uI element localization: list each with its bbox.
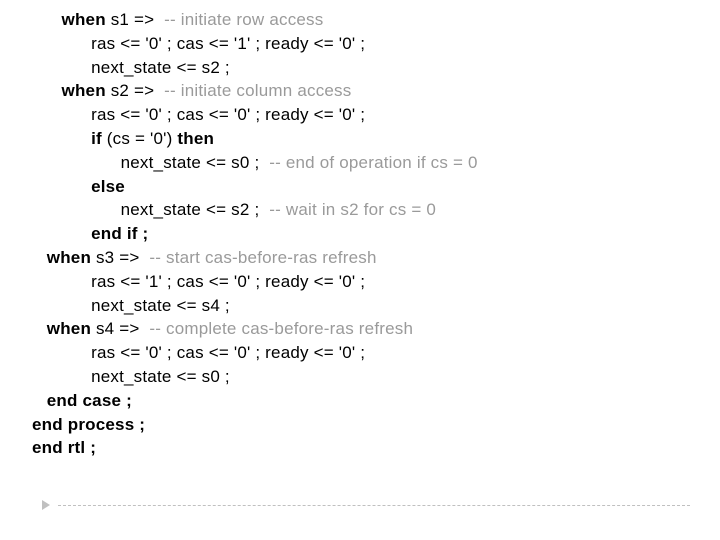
code-keyword: end if ; <box>91 224 148 243</box>
code-text: s4 => <box>96 319 144 338</box>
code-line: when s3 => -- start cas-before-ras refre… <box>32 246 720 270</box>
code-text: next_state <= s2 ; <box>121 200 270 219</box>
code-text: next_state <= s2 ; <box>91 58 230 77</box>
code-keyword: then <box>177 129 214 148</box>
code-text: s1 => <box>111 10 159 29</box>
code-text: ras <= '1' ; cas <= '0' ; ready <= '0' ; <box>91 272 365 291</box>
code-text: ras <= '0' ; cas <= '0' ; ready <= '0' ; <box>91 105 365 124</box>
code-text: s2 => <box>111 81 164 100</box>
code-line: when s1 => -- initiate row access <box>32 8 720 32</box>
code-keyword: end process ; <box>32 415 145 434</box>
code-line: end case ; <box>32 389 720 413</box>
vhdl-code-block: when s1 => -- initiate row access ras <=… <box>0 0 720 460</box>
code-line: if (cs = '0') then <box>32 127 720 151</box>
code-keyword: when <box>47 248 96 267</box>
code-line: next_state <= s2 ; -- wait in s2 for cs … <box>32 198 720 222</box>
code-line: else <box>32 175 720 199</box>
code-line: end process ; <box>32 413 720 437</box>
code-text: ras <= '0' ; cas <= '1' ; ready <= '0' ; <box>91 34 365 53</box>
code-line: end rtl ; <box>32 436 720 460</box>
dashed-line <box>58 505 690 506</box>
footer-divider <box>42 500 690 510</box>
code-text: s3 => <box>96 248 144 267</box>
code-comment: -- start cas-before-ras refresh <box>144 248 376 267</box>
code-keyword: end case ; <box>47 391 132 410</box>
code-comment: -- initiate row access <box>159 10 323 29</box>
code-keyword: when <box>62 10 111 29</box>
code-keyword: when <box>47 319 96 338</box>
code-text: (cs = '0') <box>107 129 178 148</box>
code-comment: -- end of operation if cs = 0 <box>269 153 478 172</box>
code-line: next_state <= s0 ; -- end of operation i… <box>32 151 720 175</box>
code-text: next_state <= s0 ; <box>91 367 230 386</box>
code-text: ras <= '0' ; cas <= '0' ; ready <= '0' ; <box>91 343 365 362</box>
code-comment: -- wait in s2 for cs = 0 <box>269 200 436 219</box>
play-marker-icon <box>42 500 50 510</box>
code-line: when s4 => -- complete cas-before-ras re… <box>32 317 720 341</box>
code-keyword: if <box>91 129 107 148</box>
code-keyword: end rtl ; <box>32 438 96 457</box>
code-line: when s2 => -- initiate column access <box>32 79 720 103</box>
code-comment: -- initiate column access <box>164 81 351 100</box>
code-line: ras <= '0' ; cas <= '0' ; ready <= '0' ; <box>32 103 720 127</box>
code-line: ras <= '0' ; cas <= '1' ; ready <= '0' ; <box>32 32 720 56</box>
code-line: next_state <= s2 ; <box>32 56 720 80</box>
code-text: next_state <= s0 ; <box>121 153 270 172</box>
code-keyword: when <box>62 81 111 100</box>
code-line: next_state <= s4 ; <box>32 294 720 318</box>
code-line: ras <= '0' ; cas <= '0' ; ready <= '0' ; <box>32 341 720 365</box>
code-line: next_state <= s0 ; <box>32 365 720 389</box>
code-line: ras <= '1' ; cas <= '0' ; ready <= '0' ; <box>32 270 720 294</box>
code-comment: -- complete cas-before-ras refresh <box>144 319 413 338</box>
code-text: next_state <= s4 ; <box>91 296 230 315</box>
code-line: end if ; <box>32 222 720 246</box>
code-keyword: else <box>91 177 125 196</box>
